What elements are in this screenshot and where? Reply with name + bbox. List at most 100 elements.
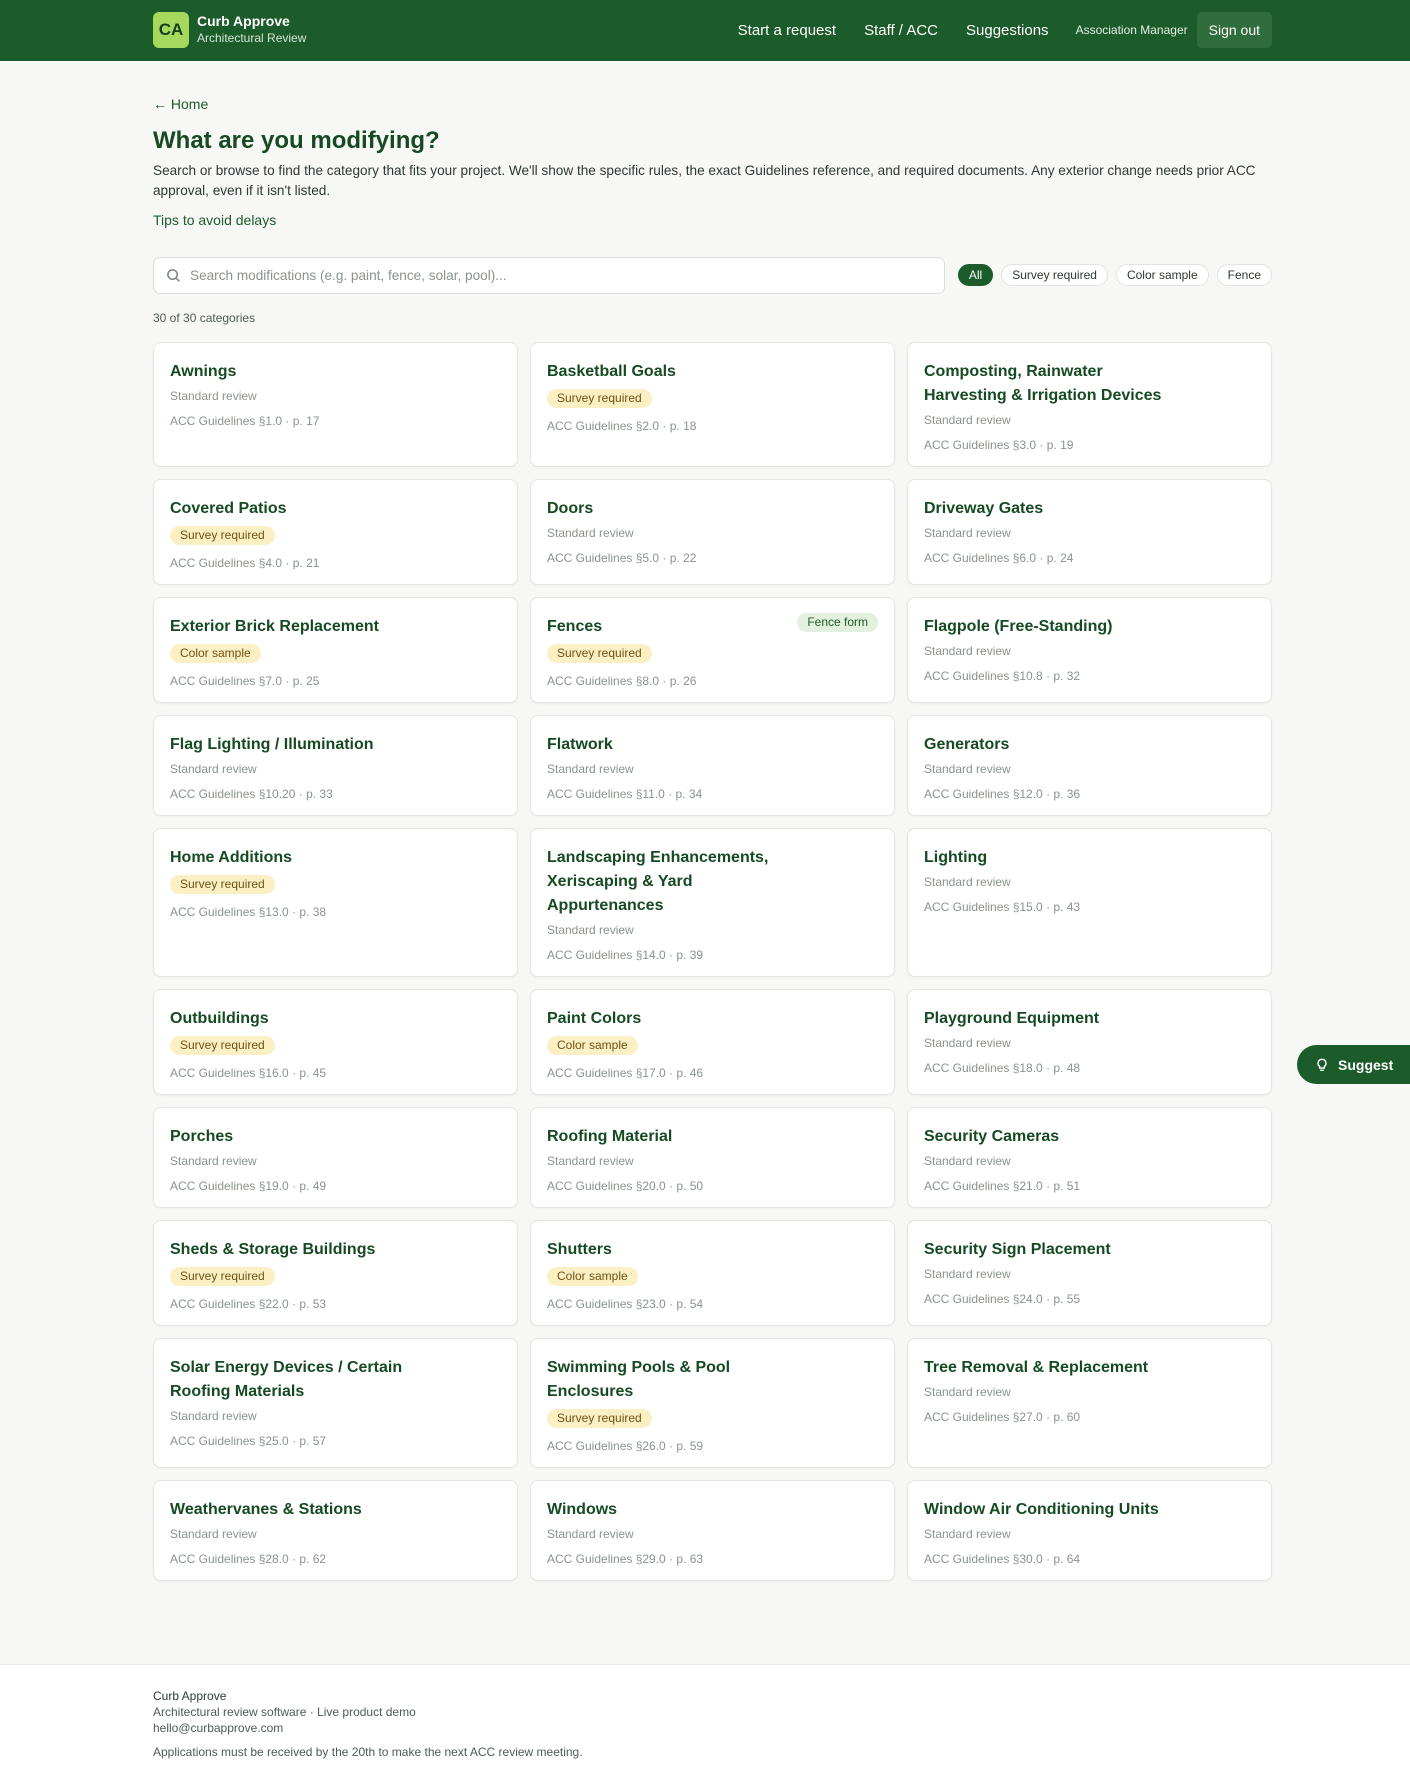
category-card[interactable]: Weathervanes & Stations Standard review AC…: [153, 1480, 518, 1581]
requirement-badge: Color sample: [547, 1267, 638, 1286]
category-card[interactable]: Window Air Conditioning Units Standard re…: [907, 1480, 1272, 1581]
guidelines-reference: ACC Guidelines §27.0 · p. 60: [924, 1410, 1081, 1424]
category-name: Security Sign Placement: [924, 1241, 1111, 1258]
category-card[interactable]: Playground Equipment Standard review ACC G…: [907, 989, 1272, 1095]
guidelines-reference: ACC Guidelines §12.0 · p. 36: [924, 787, 1081, 801]
guidelines-reference: ACC Guidelines §28.0 · p. 62: [170, 1552, 327, 1566]
category-card[interactable]: Swimming Pools & Pool Enclosures Survey r…: [530, 1338, 895, 1468]
category-card[interactable]: Sheds & Storage Buildings Survey required…: [153, 1220, 518, 1326]
category-card[interactable]: Lighting Standard review ACC Guidelines §1…: [907, 828, 1272, 977]
category-card[interactable]: Generators Standard review ACC Guidelines …: [907, 715, 1272, 816]
review-type: Standard review: [170, 1527, 257, 1541]
footer-subtitle: Architectural review software · Live pro…: [153, 1705, 416, 1719]
category-name: Lighting: [924, 849, 988, 866]
category-name: Paint Colors: [547, 1010, 642, 1027]
footer-email[interactable]: hello@curbapprove.com: [153, 1720, 583, 1736]
guidelines-reference: ACC Guidelines §7.0 · p. 25: [170, 674, 320, 688]
category-name: Shutters: [547, 1241, 612, 1258]
category-card[interactable]: Outbuildings Survey required ACC Guideline…: [153, 989, 518, 1095]
review-type: Standard review: [547, 526, 634, 540]
requirement-badge: Survey required: [170, 1036, 275, 1055]
guidelines-reference: ACC Guidelines §8.0 · p. 26: [547, 674, 697, 688]
category-card[interactable]: Fences Survey required ACC Guidelines §8.0…: [530, 597, 895, 703]
category-card[interactable]: Flatwork Standard review ACC Guidelines §1…: [530, 715, 895, 816]
nav-start-request[interactable]: Start a request: [738, 22, 836, 39]
category-card[interactable]: Landscaping Enhancements, Xeriscaping & …: [530, 828, 895, 977]
category-card[interactable]: Awnings Standard review ACC Guidelines §1.…: [153, 342, 518, 467]
category-card[interactable]: Security Cameras Standard review ACC Guide…: [907, 1107, 1272, 1208]
category-name: Doors: [547, 500, 594, 517]
review-type: Standard review: [924, 1385, 1011, 1399]
nav-staff-acc[interactable]: Staff / ACC: [864, 22, 938, 39]
category-name: Tree Removal & Replacement: [924, 1359, 1149, 1376]
guidelines-reference: ACC Guidelines §4.0 · p. 21: [170, 556, 320, 570]
category-card[interactable]: Flag Lighting / Illumination Standard rev…: [153, 715, 518, 816]
requirement-badge: Survey required: [547, 644, 652, 663]
category-card[interactable]: Shutters Color sample ACC Guidelines §23.0…: [530, 1220, 895, 1326]
guidelines-reference: ACC Guidelines §17.0 · p. 46: [547, 1066, 704, 1080]
review-type: Standard review: [170, 1154, 257, 1168]
requirement-badge: Survey required: [170, 1267, 275, 1286]
guidelines-reference: ACC Guidelines §25.0 · p. 57: [170, 1434, 327, 1448]
guidelines-reference: ACC Guidelines §13.0 · p. 38: [170, 905, 327, 919]
category-name: Playground Equipment: [924, 1010, 1100, 1027]
category-card[interactable]: Basketball Goals Survey required ACC Guide…: [530, 342, 895, 467]
guidelines-reference: ACC Guidelines §19.0 · p. 49: [170, 1179, 327, 1193]
category-card[interactable]: Security Sign Placement Standard review AC…: [907, 1220, 1272, 1326]
requirement-badge: Survey required: [170, 526, 275, 545]
category-name: Weathervanes & Stations: [170, 1501, 362, 1518]
category-card[interactable]: Roofing Material Standard review ACC Guide…: [530, 1107, 895, 1208]
suggest-label: Suggest: [1338, 1056, 1394, 1073]
sign-out-button[interactable]: Sign out: [1196, 12, 1272, 48]
category-card[interactable]: Doors Standard review ACC Guidelines §5.0 …: [530, 479, 895, 585]
category-name: Landscaping Enhancements, Xeriscaping & …: [547, 849, 769, 914]
category-card[interactable]: Exterior Brick Replacement Color sample AC…: [153, 597, 518, 703]
category-card[interactable]: Tree Removal & Replacement Standard revie…: [907, 1338, 1272, 1468]
suggest-button[interactable]: Suggest: [1297, 1045, 1410, 1084]
category-card[interactable]: Composting, Rainwater Harvesting & Irrig…: [907, 342, 1272, 467]
page-intro: Search or browse to find the category th…: [153, 163, 1256, 198]
category-name: Exterior Brick Replacement: [170, 618, 379, 635]
category-name: Security Cameras: [924, 1128, 1060, 1145]
back-home-link[interactable]: ← Home: [153, 96, 208, 112]
brand[interactable]: CA Curb Approve Architectural Review: [153, 12, 306, 48]
top-navigation-bar: CA Curb Approve Architectural Review Sta…: [0, 0, 1410, 61]
category-card[interactable]: Solar Energy Devices / Certain Roofing M…: [153, 1338, 518, 1468]
category-name: Flag Lighting / Illumination: [170, 736, 374, 753]
guidelines-reference: ACC Guidelines §10.8 · p. 32: [924, 669, 1081, 683]
guidelines-reference: ACC Guidelines §3.0 · p. 19: [924, 438, 1074, 452]
review-type: Standard review: [547, 923, 634, 937]
category-card[interactable]: Paint Colors Color sample ACC Guidelines §…: [530, 989, 895, 1095]
requirement-badge: Survey required: [547, 1409, 652, 1428]
category-card[interactable]: Flagpole (Free-Standing) Standard review A…: [907, 597, 1272, 703]
review-type: Standard review: [924, 1267, 1011, 1281]
guidelines-reference: ACC Guidelines §18.0 · p. 48: [924, 1061, 1081, 1075]
nav-suggestions[interactable]: Suggestions: [966, 22, 1049, 39]
category-name: Flatwork: [547, 736, 613, 753]
filter-chip-color-sample[interactable]: Color sample: [1115, 264, 1209, 286]
category-card[interactable]: Home Additions Survey required ACC Guideli…: [153, 828, 518, 977]
category-name: Outbuildings: [170, 1010, 269, 1027]
review-type: Standard review: [924, 1527, 1011, 1541]
footer-company: Curb Approve: [153, 1689, 227, 1703]
requirement-badge: Survey required: [547, 389, 652, 408]
filter-chip-fence[interactable]: Fence: [1216, 264, 1272, 286]
search-icon: [167, 269, 180, 282]
guidelines-reference: ACC Guidelines §22.0 · p. 53: [170, 1297, 327, 1311]
search-box[interactable]: [153, 257, 945, 294]
review-type: Standard review: [924, 526, 1011, 540]
category-count: 30 of 30 categories: [153, 311, 256, 325]
category-name: Solar Energy Devices / Certain Roofing M…: [170, 1359, 403, 1400]
tips-link[interactable]: Tips to avoid delays: [153, 212, 276, 228]
review-type: Standard review: [547, 1154, 634, 1168]
search-input[interactable]: [190, 268, 930, 283]
filter-chip-all[interactable]: All: [957, 264, 994, 286]
category-card[interactable]: Windows Standard review ACC Guidelines §29…: [530, 1480, 895, 1581]
category-card[interactable]: Porches Standard review ACC Guidelines §19…: [153, 1107, 518, 1208]
app-name: Curb Approve: [197, 13, 290, 29]
category-name: Roofing Material: [547, 1128, 673, 1145]
category-card[interactable]: Driveway Gates Standard review ACC Guideli…: [907, 479, 1272, 585]
category-card[interactable]: Covered Patios Survey required ACC Guideli…: [153, 479, 518, 585]
filter-chip-survey-required[interactable]: Survey required: [1001, 264, 1108, 286]
guidelines-reference: ACC Guidelines §1.0 · p. 17: [170, 414, 320, 428]
